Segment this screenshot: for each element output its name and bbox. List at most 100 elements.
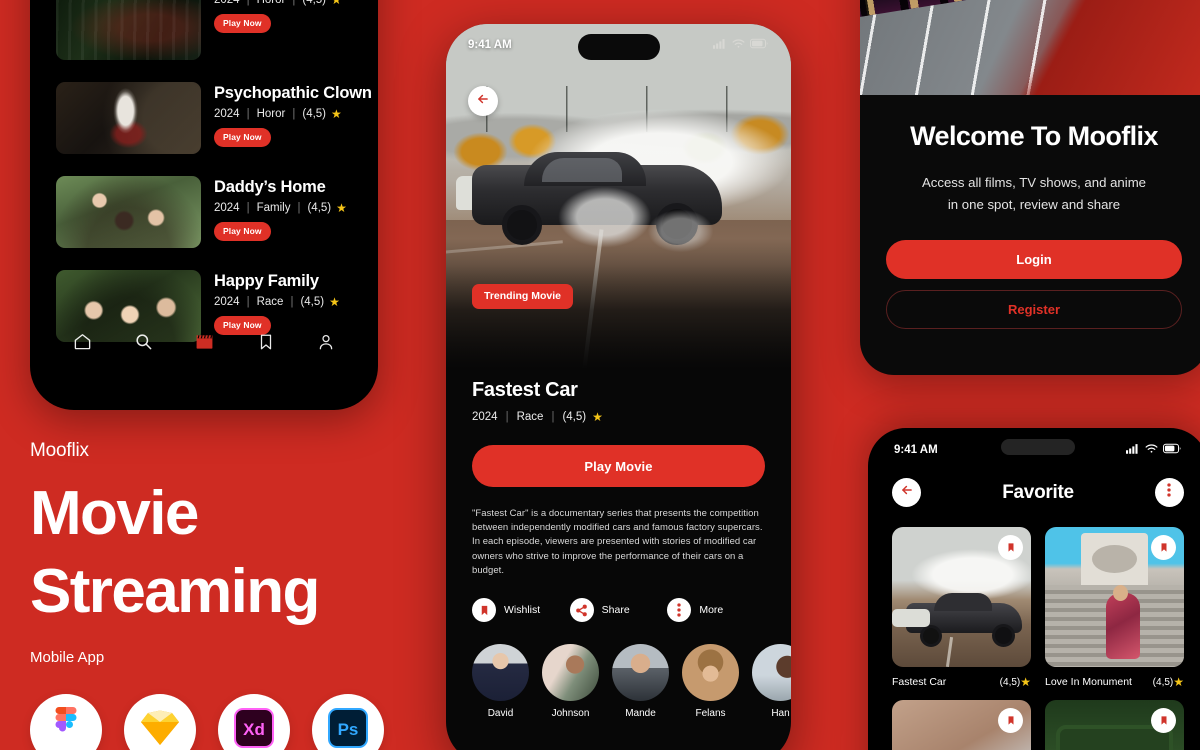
search-icon[interactable]	[134, 332, 153, 356]
status-time: 9:41 AM	[894, 444, 938, 456]
favorite-card[interactable]: Love In Monument (4,5) ★	[1045, 527, 1184, 689]
movie-year: 2024	[214, 0, 240, 6]
screen-header: Favorite	[868, 472, 1200, 507]
status-indicators	[1126, 441, 1182, 459]
movie-year: 2024	[472, 411, 498, 423]
bookmark-icon	[1008, 543, 1013, 552]
movie-synopsis: "Fastest Car" is a documentary series th…	[472, 508, 763, 576]
favorite-grid: Fastest Car (4,5) ★ Love In Monument (4,…	[868, 507, 1200, 750]
home-icon[interactable]	[73, 332, 92, 356]
back-button[interactable]	[892, 478, 921, 507]
more-action[interactable]: More	[667, 598, 765, 623]
more-vertical-icon	[1167, 483, 1172, 502]
movie-title: Psychopathic Clown	[214, 84, 372, 102]
meta-separator: |	[551, 411, 555, 423]
play-now-button[interactable]: Play Now	[214, 14, 271, 33]
movie-rating: (4,5)	[302, 0, 327, 6]
hero-image: 9:41 AM Trending Movie	[446, 24, 791, 369]
movie-info: Psychopathic Clown 2024 | Horor | (4,5) …	[201, 82, 372, 147]
movie-info: Daddy’s Home 2024 | Family | (4,5) ★ Pla…	[201, 176, 352, 241]
person-icon[interactable]	[317, 333, 335, 356]
cast-member[interactable]: Johnson	[542, 644, 599, 719]
favorite-card[interactable]	[892, 700, 1031, 750]
welcome-screen-phone: Welcome To Mooflix Access all films, TV …	[860, 0, 1200, 375]
sketch-icon	[139, 709, 181, 750]
list-item[interactable]: Psychopathic Clown 2024 | Horor | (4,5) …	[30, 82, 378, 154]
play-now-button[interactable]: Play Now	[214, 222, 271, 241]
adobe-xd-icon: Xd	[234, 707, 274, 750]
login-button[interactable]: Login	[886, 240, 1182, 279]
cast-name: Felans	[695, 708, 726, 720]
welcome-subtitle: Access all films, TV shows, and anime in…	[886, 172, 1182, 216]
favorite-card[interactable]	[1045, 700, 1184, 750]
movie-info: Happy Family 2024 | Race | (4,5) ★ Play …	[201, 270, 352, 335]
rating-value: (4,5)	[999, 676, 1021, 688]
star-icon: ★	[329, 295, 340, 309]
movie-rating: (4,5) ★	[1000, 675, 1031, 689]
movie-year: 2024	[214, 108, 240, 120]
favorite-card[interactable]: Fastest Car (4,5) ★	[892, 527, 1031, 689]
cast-member[interactable]: Mande	[612, 644, 669, 719]
cast-member[interactable]: David	[472, 644, 529, 719]
brand-name: Mooflix	[30, 440, 89, 461]
movie-list: 2024 | Horor | (4,5) ★ Play Now Psychopa…	[30, 0, 378, 364]
movie-poster[interactable]	[1045, 527, 1184, 667]
favorite-caption: Fastest Car (4,5) ★	[892, 675, 1031, 689]
movie-year: 2024	[214, 296, 240, 308]
bookmark-icon	[1008, 716, 1013, 725]
bookmark-icon[interactable]	[257, 333, 275, 356]
star-icon: ★	[331, 107, 342, 121]
avatar	[752, 644, 791, 702]
meta-separator: |	[246, 0, 250, 6]
share-icon	[569, 598, 594, 623]
bookmark-button[interactable]	[1151, 535, 1176, 560]
movie-genre: Race	[256, 296, 284, 308]
bookmark-button[interactable]	[1151, 708, 1176, 733]
movie-title: Love In Monument	[1045, 676, 1132, 688]
page-title: Fastest Car	[472, 379, 578, 401]
cast-member[interactable]: Felans	[682, 644, 739, 719]
cast-list[interactable]: David Johnson Mande Felans Han	[472, 644, 791, 719]
welcome-subtitle-line2: in one spot, review and share	[947, 197, 1121, 212]
movie-poster[interactable]	[892, 700, 1031, 750]
welcome-body: Welcome To Mooflix Access all films, TV …	[860, 95, 1200, 329]
cast-member[interactable]: Han	[752, 644, 791, 719]
cellular-icon	[713, 36, 727, 54]
list-item[interactable]: Daddy’s Home 2024 | Family | (4,5) ★ Pla…	[30, 176, 378, 248]
tool-sketch	[124, 694, 196, 750]
movie-rating: (4,5)	[302, 108, 327, 120]
movie-rating: (4,5) ★	[1153, 675, 1184, 689]
cast-name: Johnson	[551, 708, 590, 720]
wishlist-label: Wishlist	[504, 604, 541, 617]
movie-poster[interactable]	[892, 527, 1031, 667]
movie-poster[interactable]	[56, 0, 201, 60]
movie-title: Fastest Car	[892, 676, 947, 688]
star-icon: ★	[331, 0, 342, 7]
share-action[interactable]: Share	[569, 598, 668, 623]
movie-meta: 2024 | Horor | (4,5) ★	[214, 0, 352, 7]
more-vertical-icon	[667, 598, 692, 623]
more-menu-button[interactable]	[1154, 478, 1184, 507]
list-item[interactable]: 2024 | Horor | (4,5) ★ Play Now	[30, 0, 378, 60]
photoshop-icon: Ps	[328, 707, 368, 750]
movie-genre: Horor	[256, 108, 286, 120]
status-time: 9:41 AM	[468, 39, 512, 51]
movie-genre: Family	[256, 202, 291, 214]
meta-separator: |	[246, 108, 250, 120]
movie-poster[interactable]	[1045, 700, 1184, 750]
bookmark-button[interactable]	[998, 708, 1023, 733]
cellular-icon	[1126, 441, 1140, 459]
movie-rating: (4,5)	[562, 411, 587, 423]
wishlist-action[interactable]: Wishlist	[472, 598, 570, 623]
bookmark-button[interactable]	[998, 535, 1023, 560]
bookmark-icon	[1161, 543, 1166, 552]
back-button[interactable]	[468, 86, 498, 116]
movie-poster[interactable]	[56, 82, 201, 154]
register-button[interactable]: Register	[886, 290, 1182, 329]
status-indicators	[713, 36, 769, 54]
clapperboard-icon[interactable]	[195, 332, 214, 356]
tool-adobe-xd: Xd	[218, 694, 290, 750]
movie-poster[interactable]	[56, 176, 201, 248]
play-movie-button[interactable]: Play Movie	[472, 445, 765, 487]
play-now-button[interactable]: Play Now	[214, 128, 271, 147]
